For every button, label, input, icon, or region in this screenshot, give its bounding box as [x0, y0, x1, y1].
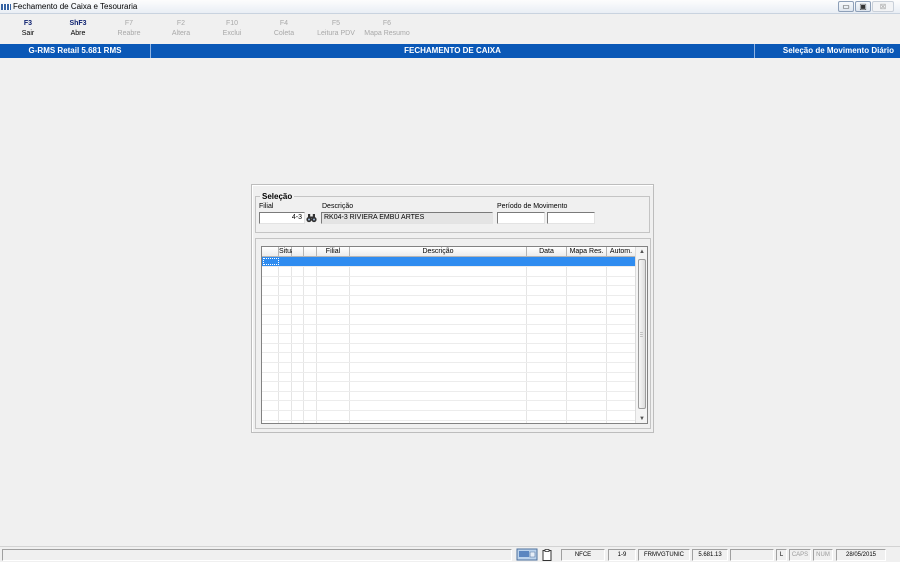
- fkey-label: F5: [331, 20, 341, 27]
- abre-button[interactable]: ShF3 Abre: [53, 20, 103, 37]
- periodo-fim-field[interactable]: [547, 212, 595, 224]
- grid-header-situacao-span: [279, 247, 317, 257]
- grid-vertical-scrollbar[interactable]: ▲ – – – ▼: [635, 247, 647, 423]
- window-title: Fechamento de Caixa e Tesouraria: [13, 2, 138, 11]
- grid-row-line: [262, 343, 636, 344]
- grid-column-line: [526, 257, 527, 423]
- fkey-caption: Reabre: [117, 30, 141, 37]
- scroll-thumb[interactable]: – – –: [638, 259, 646, 409]
- fkey-caption: Leitura PDV: [317, 30, 355, 37]
- grid-row-line: [262, 352, 636, 353]
- status-message-area: [2, 549, 512, 561]
- fkey-caption: Mapa Resumo: [364, 30, 410, 37]
- grid-row-line: [262, 381, 636, 382]
- filial-field[interactable]: 4-3: [259, 212, 305, 224]
- grid-row-line: [262, 266, 636, 267]
- coleta-button[interactable]: F4 Coleta: [259, 20, 309, 37]
- fkey-caption: Coleta: [273, 30, 295, 37]
- grid-row-line: [262, 333, 636, 334]
- fkey-caption: Abre: [70, 30, 86, 37]
- scroll-up-icon[interactable]: ▲: [638, 248, 646, 256]
- grid-header-indicator: [262, 247, 279, 257]
- status-caps: CAPS: [789, 549, 811, 561]
- grid-row-line: [262, 391, 636, 392]
- status-range: 1-9: [608, 549, 636, 561]
- grid-row-line: [262, 295, 636, 296]
- grid-column-line: [316, 257, 317, 423]
- grid-header-descricao[interactable]: Descrição: [350, 247, 527, 257]
- grid-row-line: [262, 285, 636, 286]
- grid-row-line: [262, 410, 636, 411]
- status-num: NUM: [813, 549, 833, 561]
- title-bar: Fechamento de Caixa e Tesouraria ▭ ▣ ⊠: [0, 0, 900, 14]
- fkey-label: F3: [23, 20, 33, 27]
- grid-column-line: [606, 257, 607, 423]
- fkey-label: F4: [279, 20, 289, 27]
- periodo-inicio-field[interactable]: [497, 212, 545, 224]
- fkey-label: F7: [124, 20, 134, 27]
- grid-row-line: [262, 276, 636, 277]
- clipboard-icon: [542, 549, 552, 561]
- status-bar: NFCE 1-9 FRMVGTUNIC 5.681.13 L CAPS NUM …: [0, 546, 900, 562]
- grid-selected-row[interactable]: [262, 257, 636, 266]
- grid-header-mapa-res[interactable]: Mapa Res.: [567, 247, 607, 257]
- status-empty: [730, 549, 774, 561]
- grid-row-line: [262, 314, 636, 315]
- grid-header-data[interactable]: Data: [527, 247, 567, 257]
- grid-row-line: [262, 420, 636, 421]
- app-icon: [1, 4, 11, 10]
- selection-panel: Seleção Filial 4-3 Descrição RK04-3 RIVI…: [251, 184, 654, 433]
- fkey-label: ShF3: [69, 20, 87, 27]
- status-version: 5.681.13: [692, 549, 728, 561]
- reabre-button[interactable]: F7 Reabre: [104, 20, 154, 37]
- grid-row-line: [262, 304, 636, 305]
- system-version: G-RMS Retail 5.681 RMS: [0, 44, 151, 58]
- status-l: L: [776, 549, 787, 561]
- status-date: 28/05/2015: [836, 549, 886, 561]
- leitura-pdv-button[interactable]: F5 Leitura PDV: [311, 20, 361, 37]
- grid-row-line: [262, 362, 636, 363]
- filial-label: Filial: [259, 203, 274, 210]
- fkey-caption: Sair: [21, 30, 35, 37]
- fkey-caption: Altera: [171, 30, 191, 37]
- status-nfce: NFCE: [561, 549, 605, 561]
- fkey-label: F6: [382, 20, 392, 27]
- grid-row-line: [262, 324, 636, 325]
- network-monitor-icon: [516, 548, 538, 561]
- grid-header-filial[interactable]: Filial: [317, 247, 350, 257]
- function-key-toolbar: F3 Sair ShF3 Abre F7 Reabre F2 Altera F1…: [0, 15, 900, 43]
- screen-title: FECHAMENTO DE CAIXA: [404, 46, 501, 55]
- grid-row-line: [262, 372, 636, 373]
- status-form-name: FRMVGTUNIC: [638, 549, 690, 561]
- grid-header-autom[interactable]: Autom.: [607, 247, 636, 257]
- descricao-label: Descrição: [322, 203, 354, 210]
- grid-column-line: [278, 257, 279, 423]
- scroll-grip-icon: – – –: [640, 330, 643, 340]
- fkey-label: F10: [225, 20, 239, 27]
- grid-column-line: [291, 257, 292, 423]
- mapa-resumo-button[interactable]: F6 Mapa Resumo: [362, 20, 412, 37]
- grid-focus-cell: [263, 258, 279, 265]
- binoculars-search-icon[interactable]: [306, 213, 317, 223]
- grid-column-line: [303, 257, 304, 423]
- close-button[interactable]: ⊠: [872, 1, 894, 12]
- exclui-button[interactable]: F10 Exclui: [207, 20, 257, 37]
- screen-context: Seleção de Movimento Diário: [754, 44, 900, 58]
- movement-grid[interactable]: Situação Filial Descrição Data Mapa Res.…: [261, 246, 648, 424]
- fkey-caption: Exclui: [222, 30, 242, 37]
- grid-row-line: [262, 400, 636, 401]
- grid-frame: Situação Filial Descrição Data Mapa Res.…: [255, 238, 651, 429]
- descricao-field: RK04-3 RIVIERA EMBÚ ARTES: [321, 212, 493, 224]
- grid-column-line: [349, 257, 350, 423]
- scroll-down-icon[interactable]: ▼: [638, 415, 646, 423]
- sair-button[interactable]: F3 Sair: [3, 20, 53, 37]
- minimize-button[interactable]: ▭: [838, 1, 854, 12]
- altera-button[interactable]: F2 Altera: [156, 20, 206, 37]
- fkey-label: F2: [176, 20, 186, 27]
- periodo-label: Período de Movimento: [497, 203, 568, 210]
- header-bar: G-RMS Retail 5.681 RMS FECHAMENTO DE CAI…: [0, 44, 900, 58]
- grid-column-line: [566, 257, 567, 423]
- selection-legend: Seleção: [260, 192, 295, 201]
- maximize-button[interactable]: ▣: [855, 1, 871, 12]
